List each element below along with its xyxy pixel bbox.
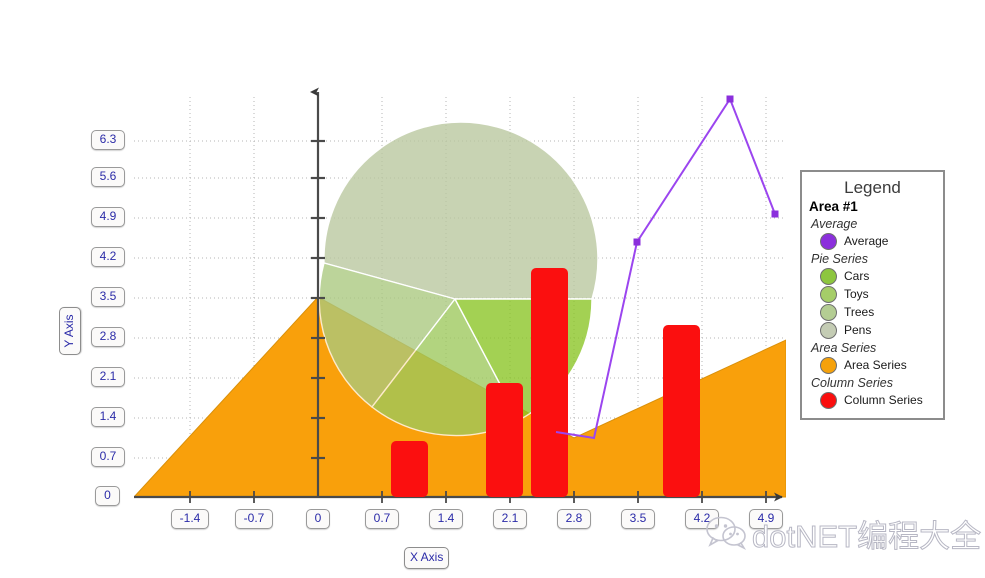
chart-canvas: 0 0.7 1.4 2.1 2.8 3.5 4.2 4.9 5.6 6.3 -1…	[0, 0, 985, 578]
y-tick-5.6: 5.6	[91, 167, 125, 187]
y-tick-2.1: 2.1	[91, 367, 125, 387]
y-tick-6.3: 6.3	[91, 130, 125, 150]
column-bar	[531, 268, 568, 497]
watermark: dotNET编程大全	[705, 516, 982, 557]
legend-swatch-column-series-icon	[820, 392, 837, 409]
legend-label-cars: Cars	[844, 269, 870, 283]
average-markers	[633, 95, 779, 246]
legend-item-pens[interactable]: Pens	[820, 322, 937, 339]
wechat-icon	[705, 516, 749, 557]
y-tick-4.2: 4.2	[91, 247, 125, 267]
x-tick-0.7: 0.7	[365, 509, 399, 529]
column-bar	[486, 383, 523, 497]
y-tick-2.8: 2.8	[91, 327, 125, 347]
legend-label-trees: Trees	[844, 305, 875, 319]
legend-label-area-series: Area Series	[844, 358, 907, 372]
x-tick-0: 0	[306, 509, 330, 529]
legend-item-average[interactable]: Average	[820, 233, 937, 250]
x-tick--0.7: -0.7	[235, 509, 273, 529]
y-tick-0: 0	[95, 486, 120, 506]
legend-item-toys[interactable]: Toys	[820, 286, 937, 303]
legend-header: Area #1	[809, 199, 858, 214]
x-tick-2.8: 2.8	[557, 509, 591, 529]
legend-label-column-series: Column Series	[844, 393, 923, 407]
column-bar	[663, 325, 700, 497]
x-tick-3.5: 3.5	[621, 509, 655, 529]
y-tick-0.7: 0.7	[91, 447, 125, 467]
legend-panel: Legend Area #1 Average Average Pie Serie…	[800, 170, 945, 420]
legend-group-pie-series: Pie Series	[811, 252, 868, 266]
watermark-text: dotNET编程大全	[751, 518, 982, 554]
legend-item-cars[interactable]: Cars	[820, 268, 937, 285]
legend-item-column-series[interactable]: Column Series	[820, 392, 937, 409]
legend-group-average: Average	[811, 217, 858, 231]
legend-item-area-series[interactable]: Area Series	[820, 357, 937, 374]
legend-swatch-area-series-icon	[820, 357, 837, 374]
legend-swatch-pens-icon	[820, 322, 837, 339]
legend-label-toys: Toys	[844, 287, 869, 301]
legend-item-trees[interactable]: Trees	[820, 304, 937, 321]
x-tick--1.4: -1.4	[171, 509, 209, 529]
legend-swatch-toys-icon	[820, 286, 837, 303]
legend-swatch-cars-icon	[820, 268, 837, 285]
x-axis-title: X Axis	[404, 547, 450, 569]
y-tick-4.9: 4.9	[91, 207, 125, 227]
legend-label-pens: Pens	[844, 323, 872, 337]
y-axis-title: Y Axis	[59, 307, 81, 355]
legend-group-column-series: Column Series	[811, 376, 893, 390]
legend-group-area-series: Area Series	[811, 341, 877, 355]
x-tick-1.4: 1.4	[429, 509, 463, 529]
legend-title: Legend	[844, 178, 901, 197]
column-bar	[391, 441, 428, 497]
y-tick-1.4: 1.4	[91, 407, 125, 427]
legend-swatch-average-icon	[820, 233, 837, 250]
y-tick-3.5: 3.5	[91, 287, 125, 307]
legend-label-average: Average	[844, 234, 889, 248]
legend-swatch-trees-icon	[820, 304, 837, 321]
x-tick-2.1: 2.1	[493, 509, 527, 529]
